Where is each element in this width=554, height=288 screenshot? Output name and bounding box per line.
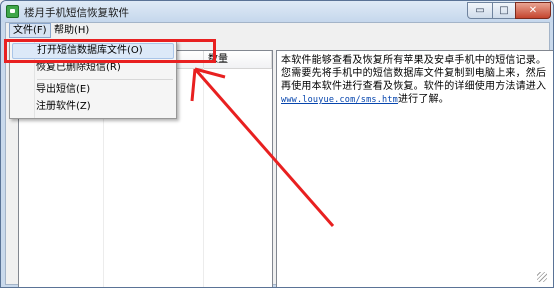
app-window: 楼月手机短信恢复软件 ▭ □ ✕ 文件(F) 帮助(H) 数量 本软件能够查看及… (0, 0, 554, 288)
annotation-arrow (190, 67, 335, 227)
